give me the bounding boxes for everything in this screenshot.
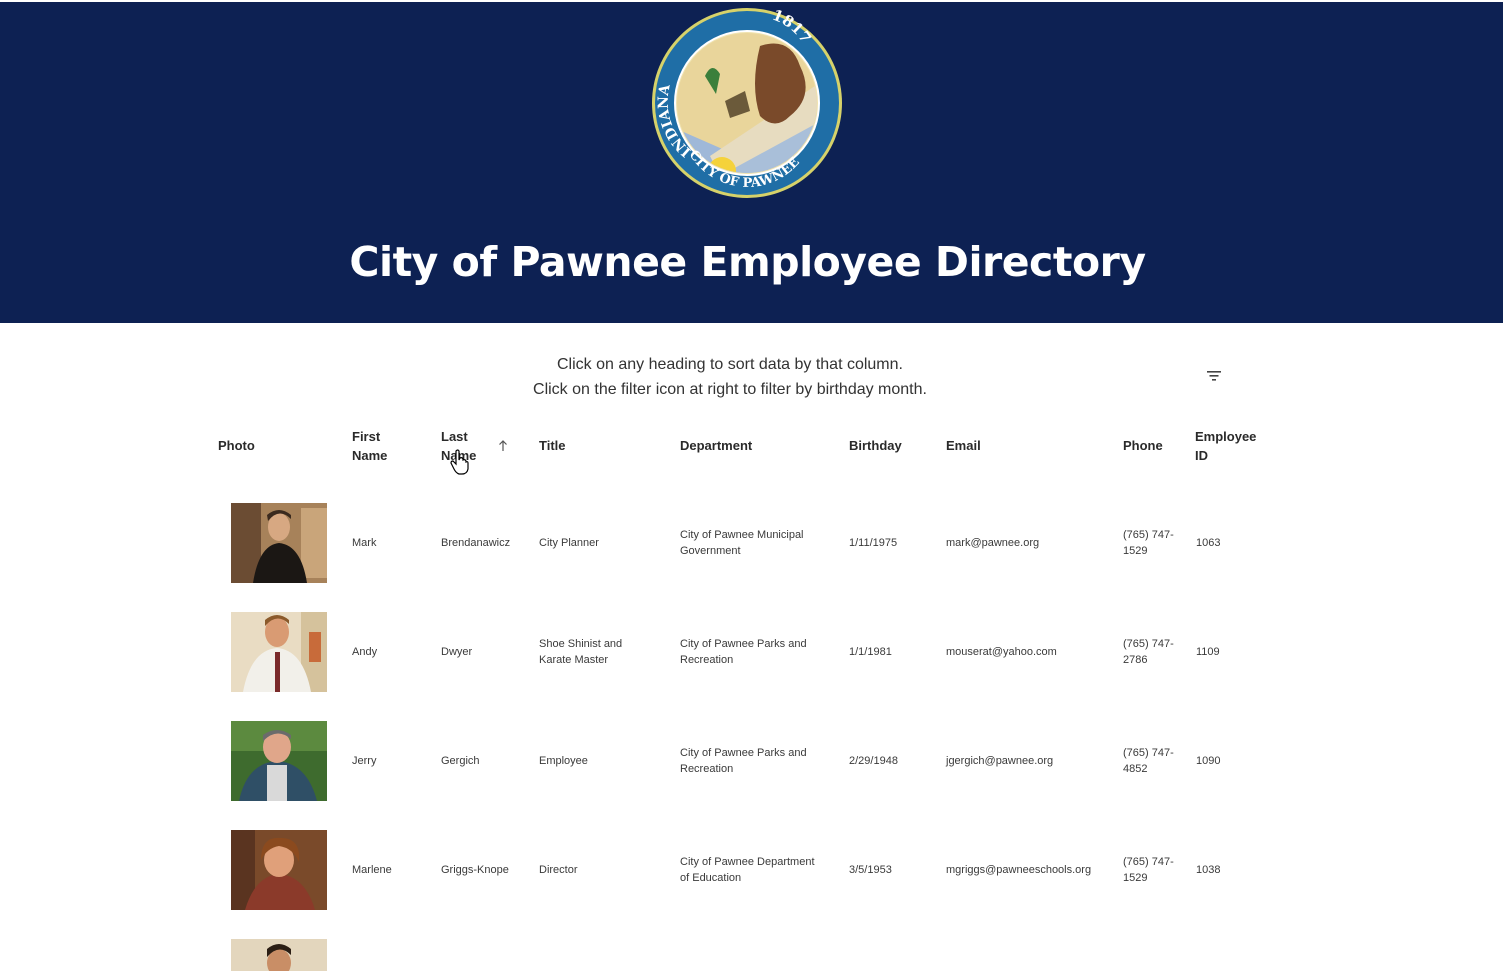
table-row: Andy Dwyer Shoe Shinist and Karate Maste… (0, 612, 1505, 692)
cell-birthday: 1/1/1981 (849, 646, 892, 658)
table-row: Jerry Gergich Employee City of Pawnee Pa… (0, 721, 1505, 801)
filter-list-icon[interactable] (1202, 364, 1226, 388)
employee-photo (231, 939, 327, 971)
cell-phone: (765) 747-2786 (1123, 638, 1174, 666)
hand-pointer-cursor-icon (450, 449, 469, 475)
instructions-filter-text: Click on the filter icon at right to fil… (533, 381, 927, 398)
column-header-phone[interactable]: Phone (1123, 436, 1163, 455)
cell-department: City of Pawnee Parks and Recreation (680, 747, 807, 775)
cell-last-name: Dwyer (441, 646, 473, 658)
page-header: 1817 INDIANA CITY OF PAWNEE City of Pawn… (0, 0, 1503, 323)
cell-department: City of Pawnee Parks and Recreation (680, 638, 807, 666)
column-header-birthday[interactable]: Birthday (849, 436, 902, 455)
cell-phone: (765) 747-1529 (1123, 529, 1174, 557)
employee-photo (231, 612, 327, 692)
cell-employee-id: 1063 (1196, 537, 1221, 549)
cell-email: jgergich@pawnee.org (946, 755, 1054, 767)
column-header-photo[interactable]: Photo (218, 436, 255, 455)
cell-employee-id: 1090 (1196, 755, 1221, 767)
city-seal-logo: 1817 INDIANA CITY OF PAWNEE (652, 6, 842, 198)
cell-last-name: Gergich (441, 755, 480, 767)
cell-birthday: 1/11/1975 (849, 537, 898, 549)
page-title: City of Pawnee Employee Directory (349, 238, 1146, 286)
cell-birthday: 3/5/1953 (849, 864, 892, 876)
cell-phone: (765) 747-1529 (1123, 856, 1174, 884)
cell-last-name: Griggs-Knope (441, 864, 509, 876)
cell-phone: (765) 747-4852 (1123, 747, 1174, 775)
cell-birthday: 2/29/1948 (849, 755, 898, 767)
cell-employee-id: 1038 (1196, 864, 1221, 876)
table-row: Mark Brendanawicz City Planner City of P… (0, 503, 1505, 583)
cell-title: Employee (539, 755, 588, 767)
cell-department: City of Pawnee Department of Education (680, 856, 815, 884)
cell-department: City of Pawnee Municipal Government (680, 529, 804, 557)
employee-photo (231, 721, 327, 801)
cell-last-name: Brendanawicz (441, 537, 511, 549)
cell-title: City Planner (539, 537, 599, 549)
cell-first-name: Andy (352, 646, 378, 658)
column-header-department[interactable]: Department (680, 436, 752, 455)
cell-employee-id: 1109 (1196, 646, 1220, 658)
cell-email: mouserat@yahoo.com (946, 646, 1057, 658)
sort-ascending-arrow-icon (499, 440, 507, 451)
column-header-first-name[interactable]: First Name (352, 427, 404, 465)
employee-photo (231, 830, 327, 910)
table-row: Marlene Griggs-Knope Director City of Pa… (0, 830, 1505, 910)
instructions-sort-text: Click on any heading to sort data by tha… (557, 356, 903, 373)
cell-title: Director (539, 864, 578, 876)
table-row-partial (0, 939, 1505, 971)
cell-email: mgriggs@pawneeschools.org (946, 864, 1092, 876)
instructions: Click on any heading to sort data by tha… (430, 352, 1030, 402)
column-header-email[interactable]: Email (946, 436, 981, 455)
cell-email: mark@pawnee.org (946, 537, 1040, 549)
cell-title: Shoe Shinist and Karate Master (539, 638, 623, 666)
cell-first-name: Marlene (352, 864, 392, 876)
column-header-employee-id[interactable]: Employee ID (1195, 427, 1257, 465)
cell-first-name: Mark (352, 537, 377, 549)
column-header-title[interactable]: Title (539, 436, 566, 455)
employee-photo (231, 503, 327, 583)
cell-first-name: Jerry (352, 755, 377, 767)
